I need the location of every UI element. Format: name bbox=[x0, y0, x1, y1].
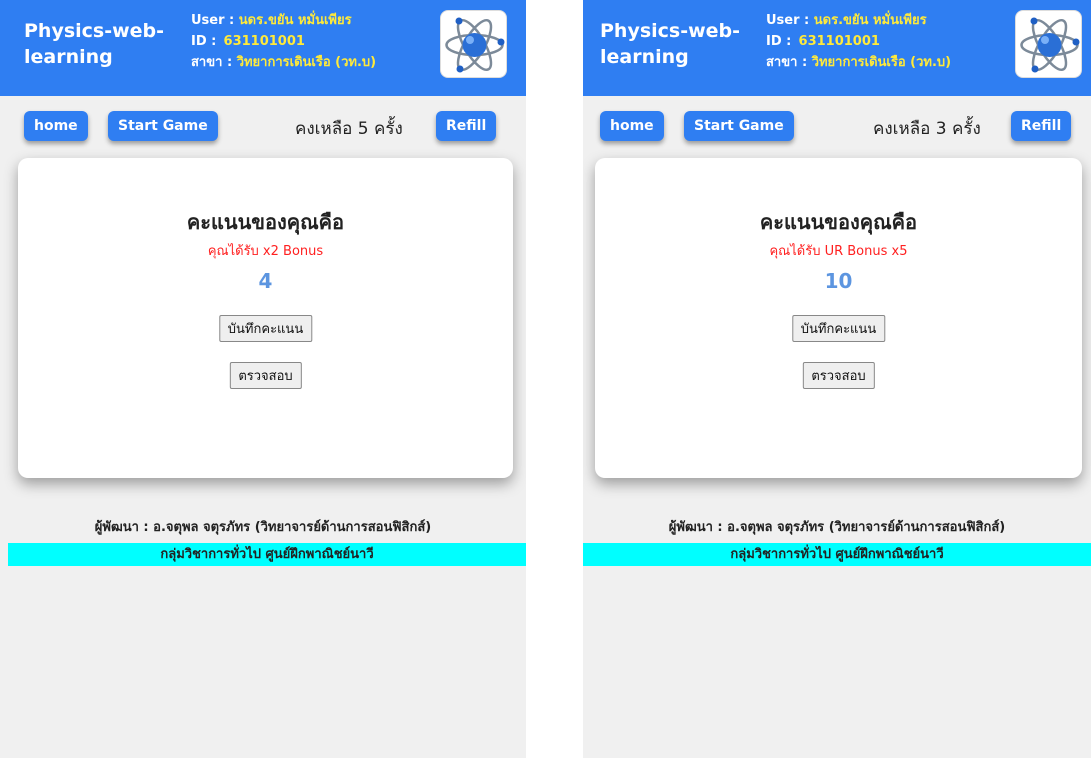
toolbar: home Start Game คงเหลือ 3 ครั้ง Refill bbox=[583, 111, 1091, 143]
remaining-count: คงเหลือ 3 ครั้ง bbox=[873, 119, 981, 139]
toolbar: home Start Game คงเหลือ 5 ครั้ง Refill bbox=[0, 111, 526, 143]
refill-button[interactable]: Refill bbox=[1011, 111, 1072, 141]
score-value: 10 bbox=[824, 269, 853, 293]
user-branch: วิทยาการเดินเรือ (วท.บ) bbox=[811, 55, 952, 70]
start-game-button[interactable]: Start Game bbox=[108, 111, 218, 141]
user-branch: วิทยาการเดินเรือ (วท.บ) bbox=[236, 55, 377, 70]
developer-credit: ผู้พัฒนา : อ.จตุพล จตุรภัทร (วิทยาจารย์ด… bbox=[668, 520, 1006, 535]
user-label: User : bbox=[766, 13, 810, 28]
branch-label: สาขา : bbox=[766, 55, 808, 70]
user-name: นดร.ขยัน หมั่นเพียร bbox=[238, 13, 352, 28]
refill-button[interactable]: Refill bbox=[436, 111, 497, 141]
start-game-button[interactable]: Start Game bbox=[684, 111, 794, 141]
id-label: ID : bbox=[766, 34, 792, 49]
score-title: คะแนนของคุณคือ bbox=[759, 210, 918, 234]
developer-credit: ผู้พัฒนา : อ.จตุพล จตุรภัทร (วิทยาจารย์ด… bbox=[94, 520, 432, 535]
id-label: ID : bbox=[191, 34, 217, 49]
save-score-button[interactable]: บันทึกคะแนน bbox=[218, 315, 313, 342]
brand-title: Physics-web-learning bbox=[24, 20, 165, 68]
user-info: User : นดร.ขยัน หมั่นเพียร ID : 63110100… bbox=[191, 10, 376, 73]
atom-icon bbox=[1015, 10, 1082, 78]
remaining-count: คงเหลือ 5 ครั้ง bbox=[295, 119, 403, 139]
atom-icon bbox=[440, 10, 507, 78]
organization-bar: กลุ่มวิชาการทั่วไป ศูนย์ฝึกพาณิชย์นาวี bbox=[8, 543, 526, 566]
branch-label: สาขา : bbox=[191, 55, 233, 70]
score-title: คะแนนของคุณคือ bbox=[186, 210, 345, 234]
user-id: 631101001 bbox=[223, 34, 305, 49]
app-header: Physics-web-learning User : นดร.ขยัน หมั… bbox=[583, 0, 1091, 96]
brand-title: Physics-web-learning bbox=[600, 20, 741, 68]
score-value: 4 bbox=[258, 269, 273, 293]
user-label: User : bbox=[191, 13, 235, 28]
save-score-button[interactable]: บันทึกคะแนน bbox=[791, 315, 886, 342]
score-card: คะแนนของคุณคือ คุณได้รับ UR Bonus x5 10 … bbox=[595, 158, 1082, 478]
check-button[interactable]: ตรวจสอบ bbox=[229, 362, 302, 389]
home-button[interactable]: home bbox=[600, 111, 664, 141]
phone-screen-left: Physics-web-learning User : นดร.ขยัน หมั… bbox=[0, 0, 526, 758]
user-info: User : นดร.ขยัน หมั่นเพียร ID : 63110100… bbox=[766, 10, 951, 73]
organization-bar: กลุ่มวิชาการทั่วไป ศูนย์ฝึกพาณิชย์นาวี bbox=[583, 543, 1091, 566]
bonus-text: คุณได้รับ UR Bonus x5 bbox=[769, 244, 908, 259]
phone-screen-right: Physics-web-learning User : นดร.ขยัน หมั… bbox=[583, 0, 1091, 758]
home-button[interactable]: home bbox=[24, 111, 88, 141]
score-card: คะแนนของคุณคือ คุณได้รับ x2 Bonus 4 บันท… bbox=[18, 158, 513, 478]
user-id: 631101001 bbox=[798, 34, 880, 49]
bonus-text: คุณได้รับ x2 Bonus bbox=[207, 244, 324, 259]
user-name: นดร.ขยัน หมั่นเพียร bbox=[813, 13, 927, 28]
app-header: Physics-web-learning User : นดร.ขยัน หมั… bbox=[0, 0, 526, 96]
check-button[interactable]: ตรวจสอบ bbox=[802, 362, 875, 389]
